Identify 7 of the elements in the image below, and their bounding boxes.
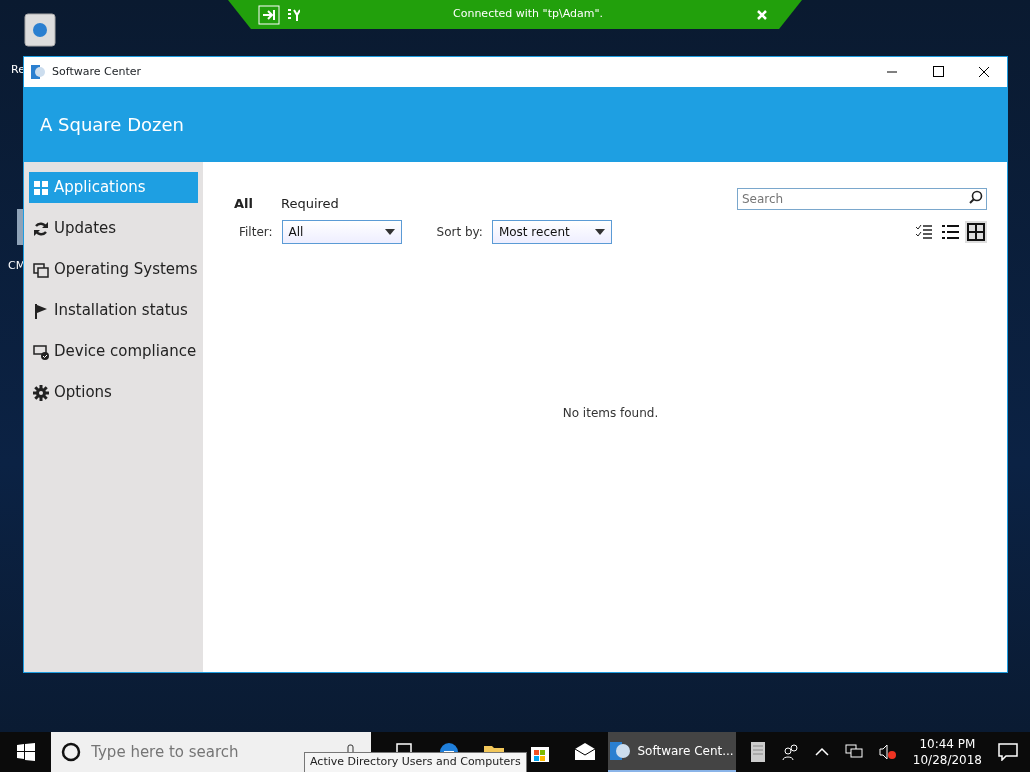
tooltip: Active Directory Users and Computers (304, 752, 527, 772)
connection-title: Connected with "tp\Adam". (452, 6, 604, 23)
empty-message: No items found. (562, 404, 659, 422)
header-title: A Square Dozen (40, 113, 184, 137)
field-label: Sort by: (436, 223, 483, 241)
window-title: Software Center (52, 63, 142, 80)
field-label: Filter: (239, 223, 273, 241)
